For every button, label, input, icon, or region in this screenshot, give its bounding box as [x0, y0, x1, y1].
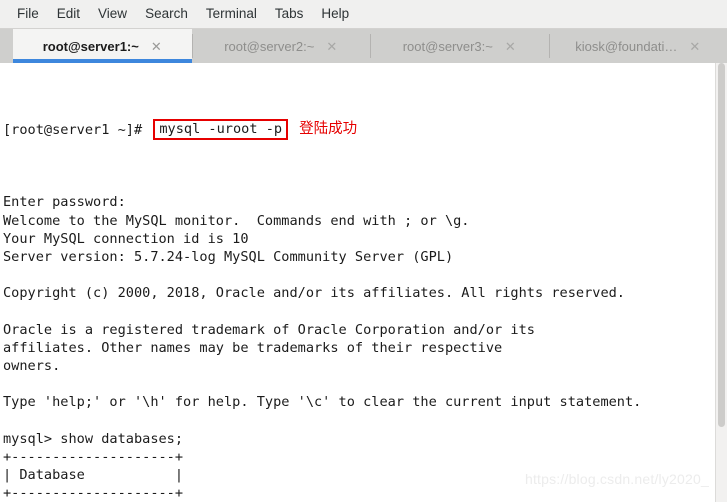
terminal-prompt-line: [root@server1 ~]# mysql -uroot -p 登陆成功: [3, 119, 715, 141]
tab-label: root@server3:~: [402, 39, 493, 53]
menu-item-search[interactable]: Search: [136, 4, 197, 24]
menu-item-help[interactable]: Help: [312, 4, 358, 24]
menu-item-tabs[interactable]: Tabs: [266, 4, 313, 24]
terminal-line: Enter password:: [3, 194, 126, 211]
menu-item-terminal[interactable]: Terminal: [197, 4, 266, 24]
close-icon[interactable]: ✕: [151, 40, 162, 53]
terminal-line: affiliates. Other names may be trademark…: [3, 339, 503, 356]
close-icon[interactable]: ✕: [689, 40, 700, 53]
tab-root-server2[interactable]: root@server2:~ ✕: [191, 29, 370, 63]
tab-kiosk-foundation[interactable]: kiosk@foundati… ✕: [548, 29, 727, 63]
tab-label: root@server1:~: [42, 39, 139, 53]
terminal-line: +--------------------+: [3, 449, 184, 466]
menu-bar: File Edit View Search Terminal Tabs Help: [0, 0, 727, 29]
terminal-window: File Edit View Search Terminal Tabs Help…: [0, 0, 727, 502]
terminal-line: mysql> show databases;: [3, 430, 184, 447]
terminal-output[interactable]: [root@server1 ~]# mysql -uroot -p 登陆成功 En…: [0, 63, 715, 502]
tab-label: root@server2:~: [224, 39, 315, 53]
terminal-line: owners.: [3, 358, 61, 375]
terminal-body: [root@server1 ~]# mysql -uroot -p 登陆成功 En…: [0, 63, 727, 502]
tab-root-server3[interactable]: root@server3:~ ✕: [370, 29, 549, 63]
terminal-line: Your MySQL connection id is 10: [3, 230, 249, 247]
tab-label: kiosk@foundati…: [575, 39, 678, 53]
tab-bar: root@server1:~ ✕ root@server2:~ ✕ root@s…: [0, 29, 727, 63]
annotation-login-success: 登陆成功: [299, 121, 358, 138]
terminal-scrollbar[interactable]: [715, 63, 727, 502]
terminal-line: Server version: 5.7.24-log MySQL Communi…: [3, 248, 454, 265]
highlighted-command: mysql -uroot -p: [153, 119, 289, 141]
close-icon[interactable]: ✕: [505, 40, 516, 53]
menu-item-edit[interactable]: Edit: [48, 4, 89, 24]
menu-item-view[interactable]: View: [89, 4, 136, 24]
shell-prompt: [root@server1 ~]#: [3, 121, 151, 138]
close-icon[interactable]: ✕: [326, 40, 337, 53]
terminal-output-lines: Enter password: Welcome to the MySQL moni…: [3, 193, 715, 502]
menu-item-file[interactable]: File: [8, 4, 48, 24]
terminal-line: +--------------------+: [3, 485, 184, 502]
terminal-line: Type 'help;' or '\h' for help. Type '\c'…: [3, 394, 642, 411]
tab-root-server1[interactable]: root@server1:~ ✕: [13, 29, 192, 63]
scrollbar-thumb[interactable]: [718, 63, 725, 427]
tab-bar-left-spacer: [0, 29, 13, 63]
terminal-line: Oracle is a registered trademark of Orac…: [3, 321, 535, 338]
terminal-line: Copyright (c) 2000, 2018, Oracle and/or …: [3, 285, 625, 302]
terminal-line: | Database |: [3, 467, 184, 484]
terminal-line: Welcome to the MySQL monitor. Commands e…: [3, 212, 470, 229]
